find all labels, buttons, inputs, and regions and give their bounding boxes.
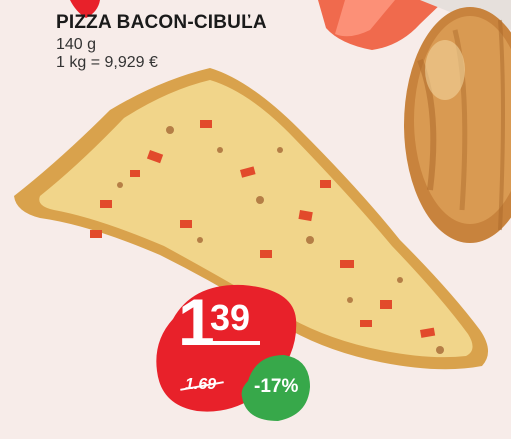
price-cents-underline	[210, 341, 260, 345]
bread-loaf	[404, 7, 511, 243]
product-title: PIZZA BACON-CIBUĽA	[56, 12, 267, 33]
product-weight: 140 g	[56, 36, 97, 53]
discount-label: -17%	[254, 376, 299, 397]
unit-price: 1 kg = 9,929 €	[56, 54, 158, 71]
price-cents: 39	[210, 297, 251, 338]
